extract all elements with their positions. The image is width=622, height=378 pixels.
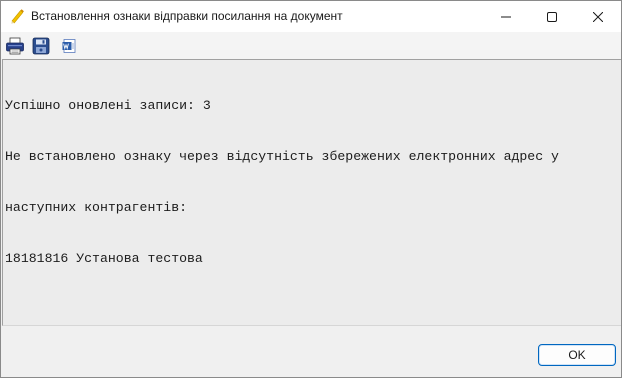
dialog-window: Встановлення ознаки відправки посилання … (0, 0, 622, 378)
message-line-updated: Успішно оновлені записи: 3 (5, 98, 211, 113)
print-button[interactable] (4, 35, 26, 57)
toolbar (1, 32, 621, 59)
word-export-button[interactable] (58, 35, 80, 57)
maximize-button[interactable] (529, 1, 575, 32)
save-button[interactable] (30, 35, 52, 57)
message-line-counterparties: наступних контрагентів: (5, 200, 188, 215)
title-bar[interactable]: Встановлення ознаки відправки посилання … (1, 1, 621, 32)
word-icon (62, 39, 76, 53)
minimize-icon (501, 16, 511, 17)
close-button[interactable] (575, 1, 621, 32)
minimize-button[interactable] (483, 1, 529, 32)
printer-icon (6, 37, 24, 55)
save-icon (32, 37, 50, 55)
message-text-area[interactable]: Успішно оновлені записи: 3 Не встановлен… (2, 59, 621, 326)
maximize-icon (547, 11, 557, 22)
ok-button[interactable]: OK (538, 344, 616, 366)
pencil-icon (9, 8, 25, 24)
window-title: Встановлення ознаки відправки посилання … (31, 9, 343, 23)
message-line-not-set: Не встановлено ознаку через відсутність … (5, 149, 559, 164)
close-icon (593, 11, 603, 22)
dialog-footer: OK (1, 326, 621, 377)
message-line-counterparty-item: 18181816 Установа тестова (5, 251, 203, 266)
